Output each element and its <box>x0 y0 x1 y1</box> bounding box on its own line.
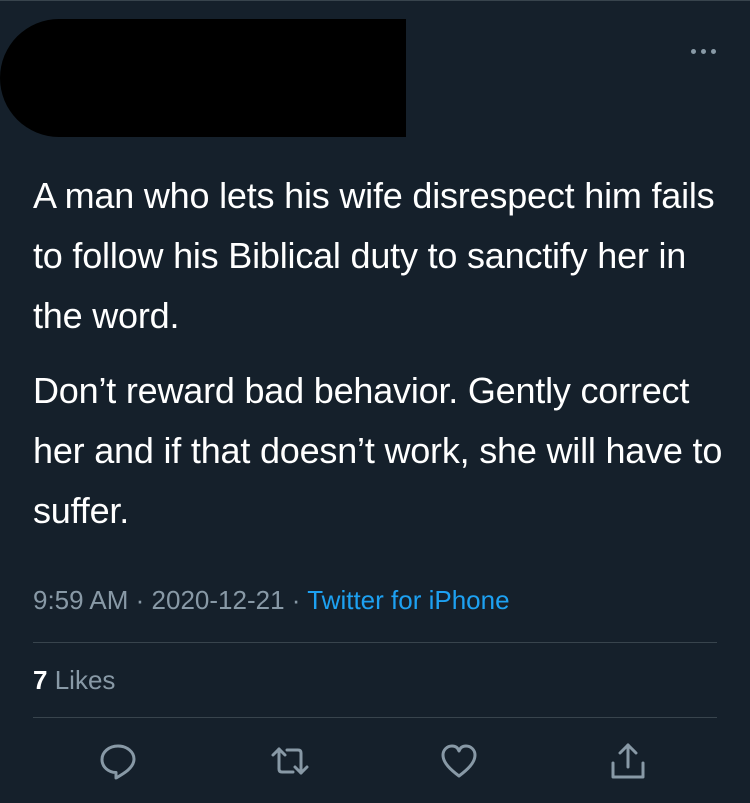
tweet-source-link[interactable]: Twitter for iPhone <box>307 585 509 615</box>
tweet-text: A man who lets his wife disrespect him f… <box>33 166 723 531</box>
reply-button[interactable] <box>96 739 140 783</box>
meta-separator: · <box>291 585 301 615</box>
like-button[interactable] <box>437 739 481 783</box>
more-dot <box>691 49 696 54</box>
tweet-time[interactable]: 9:59 AM <box>33 585 128 615</box>
more-dot <box>701 49 706 54</box>
meta-separator: · <box>135 585 145 615</box>
tweet-paragraph-2: Don’t reward bad behavior. Gently correc… <box>33 370 723 531</box>
likes-summary[interactable]: 7 Likes <box>33 665 115 696</box>
tweet-actions-bar <box>0 739 750 783</box>
redacted-author-header <box>0 19 406 137</box>
share-button[interactable] <box>606 739 650 783</box>
more-dot <box>711 49 716 54</box>
retweet-icon <box>271 747 309 775</box>
more-options-button[interactable] <box>691 49 716 54</box>
divider <box>33 717 717 718</box>
heart-icon <box>441 744 477 778</box>
tweet-detail: A man who lets his wife disrespect him f… <box>0 0 750 803</box>
likes-label: Likes <box>54 665 116 695</box>
likes-count: 7 <box>33 665 48 695</box>
tweet-date[interactable]: 2020-12-21 <box>152 585 285 615</box>
tweet-paragraph-1: A man who lets his wife disrespect him f… <box>33 175 715 336</box>
reply-icon <box>100 744 136 780</box>
tweet-metadata: 9:59 AM · 2020-12-21 · Twitter for iPhon… <box>33 585 510 616</box>
share-icon <box>611 743 645 779</box>
retweet-button[interactable] <box>268 739 312 783</box>
divider <box>33 642 717 643</box>
